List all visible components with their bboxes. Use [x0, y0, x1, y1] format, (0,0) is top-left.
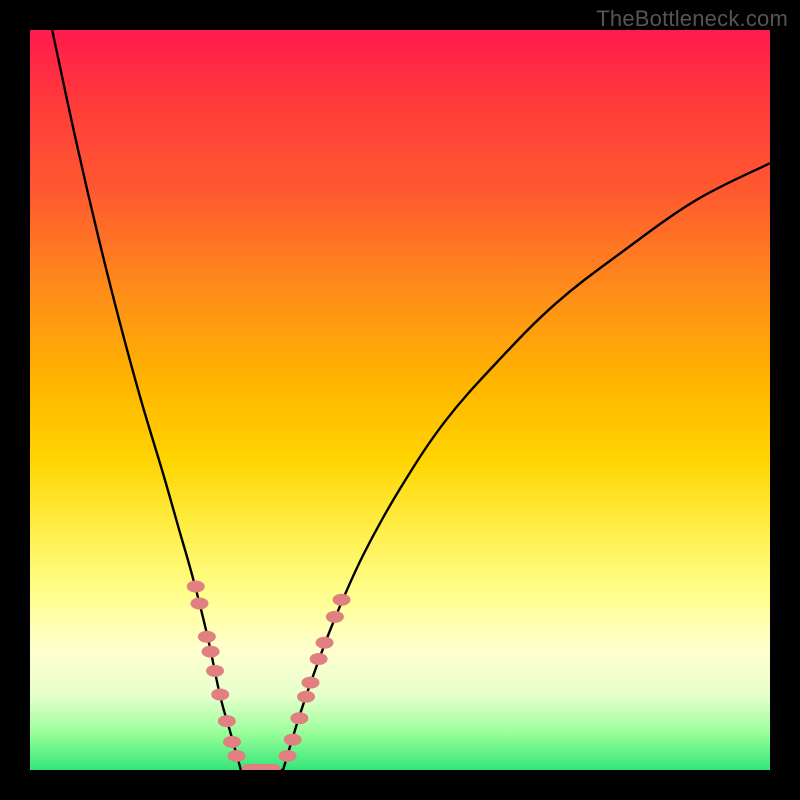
highlight-marker: [310, 653, 328, 665]
highlight-marker: [316, 637, 334, 649]
highlight-marker: [211, 689, 229, 701]
highlight-marker: [202, 646, 220, 658]
bottleneck-curve: [52, 30, 770, 770]
marker-group: [187, 580, 351, 770]
highlight-marker: [297, 691, 315, 703]
highlight-marker: [206, 665, 224, 677]
chart-svg: [30, 30, 770, 770]
highlight-marker: [198, 631, 216, 643]
highlight-marker: [187, 580, 205, 592]
highlight-marker: [333, 594, 351, 606]
highlight-marker: [326, 611, 344, 623]
chart-frame: TheBottleneck.com: [0, 0, 800, 800]
highlight-marker: [301, 677, 319, 689]
highlight-marker: [190, 598, 208, 610]
highlight-marker: [218, 715, 236, 727]
highlight-marker: [279, 750, 297, 762]
highlight-marker: [227, 750, 245, 762]
highlight-marker: [284, 734, 302, 746]
curve-group: [52, 30, 770, 770]
watermark-text: TheBottleneck.com: [596, 6, 788, 32]
highlight-marker: [290, 712, 308, 724]
highlight-marker: [223, 736, 241, 748]
plot-area: [30, 30, 770, 770]
